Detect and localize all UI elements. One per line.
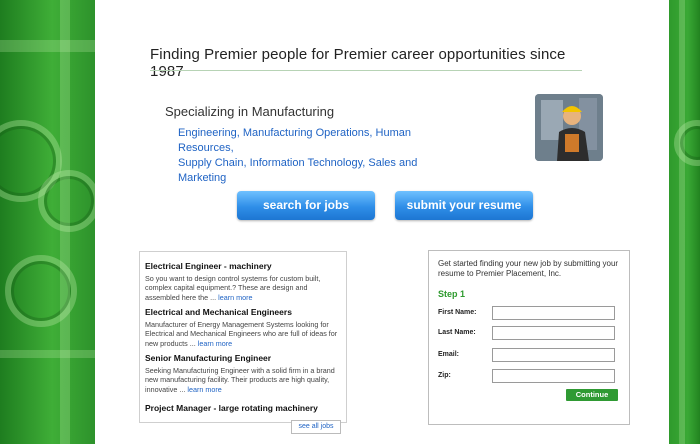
learn-more-link[interactable]: learn more xyxy=(218,293,252,302)
continue-button[interactable]: Continue xyxy=(566,389,618,401)
list-item: Electrical and Mechanical Engineers Manu… xyxy=(145,307,343,348)
link-information-technology[interactable]: Information Technology xyxy=(250,157,363,169)
page-tagline: Finding Premier people for Premier caree… xyxy=(150,46,566,80)
resume-form: Get started finding your new job by subm… xyxy=(428,250,630,425)
left-gear-background xyxy=(0,0,95,444)
email-field[interactable] xyxy=(492,348,615,362)
learn-more-link[interactable]: learn more xyxy=(187,385,221,394)
see-all-jobs-link[interactable]: see all jobs xyxy=(291,420,341,434)
machine-bar-decoration xyxy=(0,40,95,52)
link-manufacturing-operations[interactable]: Manufacturing Operations xyxy=(243,127,370,139)
list-item: Project Manager - large rotating machine… xyxy=(145,403,343,416)
job-title[interactable]: Senior Manufacturing Engineer xyxy=(145,353,343,364)
machine-bar-decoration xyxy=(0,350,95,358)
engineer-image xyxy=(535,94,603,161)
job-description: Manufacturer of Energy Management System… xyxy=(145,319,338,348)
learn-more-link[interactable]: learn more xyxy=(198,339,232,348)
job-description: Seeking Manufacturing Engineer with a so… xyxy=(145,365,335,394)
first-name-field[interactable] xyxy=(492,306,615,320)
machine-bar-decoration xyxy=(60,0,70,444)
main-content: Finding Premier people for Premier caree… xyxy=(95,0,669,444)
tagline-divider xyxy=(150,70,582,71)
link-supply-chain[interactable]: Supply Chain xyxy=(178,157,243,169)
right-gear-background xyxy=(669,0,700,444)
list-item: Senior Manufacturing Engineer Seeking Ma… xyxy=(145,353,343,394)
last-name-field[interactable] xyxy=(492,326,615,340)
gear-decoration xyxy=(674,120,700,166)
search-jobs-button[interactable]: search for jobs xyxy=(237,191,375,220)
jobs-list: Electrical Engineer - machinery So you w… xyxy=(139,251,347,423)
job-title[interactable]: Electrical Engineer - machinery xyxy=(145,261,343,272)
step-heading: Step 1 xyxy=(438,289,466,299)
zip-label: Zip: xyxy=(438,372,451,379)
email-label: Email: xyxy=(438,351,460,358)
link-engineering[interactable]: Engineering xyxy=(178,127,237,139)
last-name-label: Last Name: xyxy=(438,329,476,336)
machine-bar-decoration xyxy=(679,0,685,444)
list-item: Electrical Engineer - machinery So you w… xyxy=(145,261,343,302)
job-title[interactable]: Project Manager - large rotating machine… xyxy=(145,403,343,414)
worker-photo xyxy=(535,94,603,161)
first-name-label: First Name: xyxy=(438,309,477,316)
specialty-links: Engineering, Manufacturing Operations, H… xyxy=(178,127,418,184)
submit-resume-button[interactable]: submit your resume xyxy=(395,191,533,220)
form-intro: Get started finding your new job by subm… xyxy=(438,259,619,278)
job-title[interactable]: Electrical and Mechanical Engineers xyxy=(145,307,343,318)
zip-field[interactable] xyxy=(492,369,615,383)
specializing-heading: Specializing in Manufacturing xyxy=(165,104,335,119)
